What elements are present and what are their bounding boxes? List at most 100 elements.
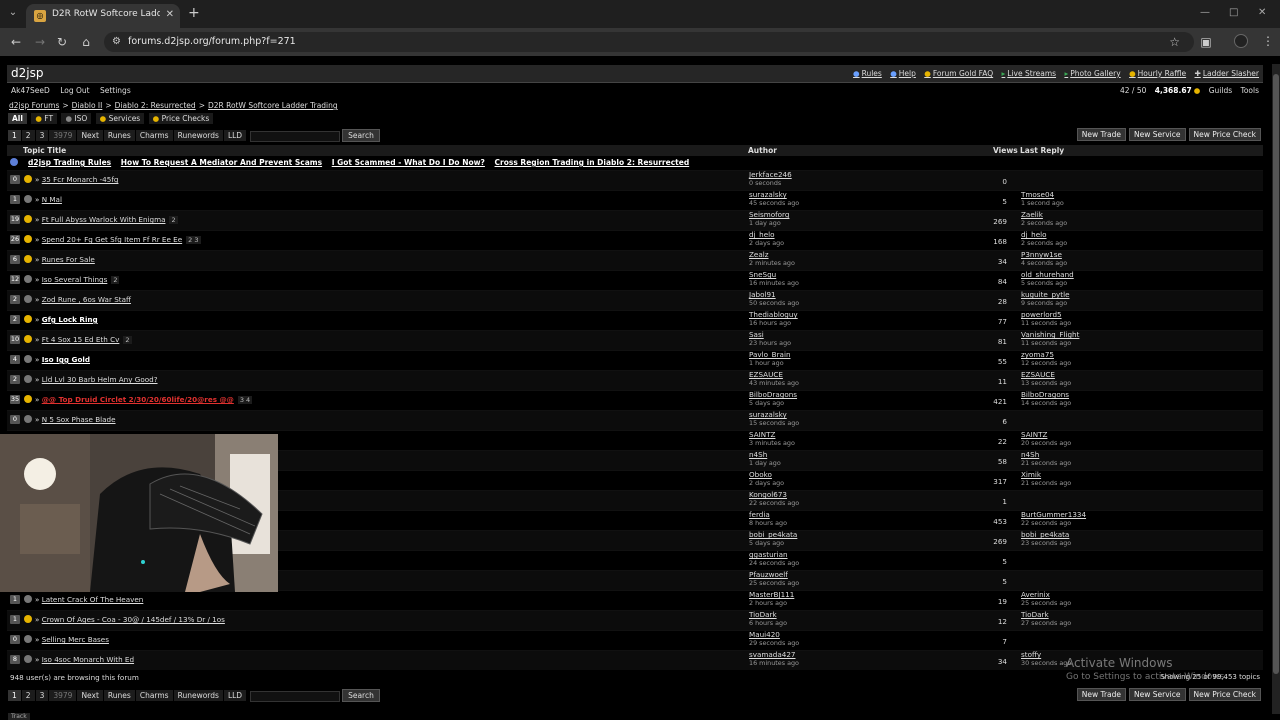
quick-runes[interactable]: Runes — [103, 130, 135, 141]
new-trade-button[interactable]: New Trade — [1076, 688, 1127, 701]
page-next[interactable]: Next — [77, 690, 103, 701]
tools-link[interactable]: Tools — [1241, 86, 1259, 95]
author-link[interactable]: dj_helo — [749, 231, 784, 239]
topic-title[interactable]: » Latent Crack Of The Heaven — [35, 595, 143, 604]
topic-pages[interactable]: 2 3 — [186, 236, 201, 244]
author-link[interactable]: surazalsky — [749, 191, 799, 199]
topic-title[interactable]: » Lld Lvl 30 Barb Helm Any Good? — [35, 375, 158, 384]
browser-tab[interactable]: ◎ D2R RotW Softcore Ladder Trad ✕ — [26, 4, 180, 28]
breadcrumb-forums[interactable]: d2jsp Forums — [9, 101, 59, 110]
author-link[interactable]: MasterBJ111 — [749, 591, 794, 599]
last-reply-user[interactable]: powerlord5 — [1021, 311, 1071, 319]
author-link[interactable]: ggasturian — [749, 551, 799, 559]
breadcrumb-current[interactable]: D2R RotW Softcore Ladder Trading — [208, 101, 338, 110]
last-reply-user[interactable]: Zaelik — [1021, 211, 1067, 219]
header-topic[interactable]: Topic Title — [23, 146, 66, 155]
maximize-icon[interactable]: □ — [1229, 7, 1238, 18]
author-link[interactable]: Pavlo_Brain — [749, 351, 791, 359]
topic-pages[interactable]: 2 — [169, 216, 178, 224]
track-tab[interactable]: Track — [8, 713, 30, 720]
last-reply-user[interactable]: BurtGummer1334 — [1021, 511, 1086, 519]
topic-pages[interactable]: 3 4 — [237, 396, 253, 404]
new-service-button[interactable]: New Service — [1129, 128, 1186, 141]
quick-runes[interactable]: Runes — [103, 690, 135, 701]
author-link[interactable]: TioDark — [749, 611, 787, 619]
quick-lld[interactable]: LLD — [223, 130, 247, 141]
last-reply-user[interactable]: P3nnyw1se — [1021, 251, 1067, 259]
search-button[interactable]: Search — [342, 689, 380, 702]
sticky-cross-region[interactable]: Cross Region Trading in Diablo 2: Resurr… — [495, 158, 690, 167]
page-1[interactable]: 1 — [8, 130, 21, 141]
filter-price-checks[interactable]: ● Price Checks — [148, 113, 214, 124]
search-input[interactable] — [250, 690, 341, 702]
new-price-check-button[interactable]: New Price Check — [1188, 128, 1261, 141]
breadcrumb-diablo2[interactable]: Diablo II — [72, 101, 103, 110]
new-price-check-button[interactable]: New Price Check — [1188, 688, 1261, 701]
filter-services[interactable]: ● Services — [95, 113, 145, 124]
gold-amount[interactable]: 4,368.67 — [1155, 86, 1192, 95]
topic-title[interactable]: » Spend 20+ Fg Get Sfg Item Ff Rr Ee Ee 2… — [35, 235, 201, 244]
site-info-icon[interactable]: ⚙ — [112, 36, 121, 47]
quick-runewords[interactable]: Runewords — [173, 690, 223, 701]
last-reply-user[interactable]: zyoma75 — [1021, 351, 1071, 359]
last-reply-user[interactable]: BilboDragons — [1021, 391, 1071, 399]
page-3[interactable]: 3 — [35, 690, 49, 701]
home-icon[interactable]: ⌂ — [78, 34, 94, 50]
page-total[interactable]: 3979 — [49, 690, 77, 701]
last-reply-user[interactable]: SAINTZ — [1021, 431, 1071, 439]
profile-avatar[interactable] — [1234, 34, 1248, 48]
top-link-ladder-slasher[interactable]: ✚ Ladder Slasher — [1195, 69, 1259, 78]
last-reply-user[interactable]: EZSAUCE — [1021, 371, 1071, 379]
topic-title[interactable]: » Selling Merc Bases — [35, 635, 109, 644]
reload-icon[interactable]: ↻ — [54, 34, 70, 50]
last-reply-user[interactable]: dj_helo — [1021, 231, 1067, 239]
new-tab-icon[interactable]: + — [188, 6, 200, 20]
top-link-photo-gallery[interactable]: ▸ Photo Gallery — [1064, 69, 1120, 78]
top-link-gold-faq[interactable]: ● Forum Gold FAQ — [924, 69, 993, 78]
author-link[interactable]: Sasi — [749, 331, 791, 339]
top-link-help[interactable]: ● Help — [890, 69, 916, 78]
sticky-scammed[interactable]: I Got Scammed - What Do I Do Now? — [332, 158, 485, 167]
topic-title[interactable]: » Zod Rune , 6os War Staff — [35, 295, 131, 304]
author-link[interactable]: SneSgu — [749, 271, 799, 279]
minimize-icon[interactable]: — — [1200, 7, 1210, 18]
page-2[interactable]: 2 — [21, 690, 35, 701]
last-reply-user[interactable]: old_shurehand — [1021, 271, 1074, 279]
header-author[interactable]: Author — [748, 146, 777, 155]
filter-iso[interactable]: ● ISO — [61, 113, 92, 124]
topic-pages[interactable]: 2 — [111, 276, 120, 284]
author-link[interactable]: Zealz — [749, 251, 795, 259]
filter-all[interactable]: All — [8, 113, 27, 124]
top-link-live-streams[interactable]: ▸ Live Streams — [1002, 69, 1057, 78]
author-link[interactable]: EZSAUCE — [749, 371, 799, 379]
username-link[interactable]: Ak47SeeD — [11, 86, 50, 95]
last-reply-user[interactable]: Averinix — [1021, 591, 1071, 599]
sticky-trading-rules[interactable]: d2jsp Trading Rules — [28, 158, 111, 167]
author-link[interactable]: Jabol91 — [749, 291, 799, 299]
settings-link[interactable]: Settings — [100, 86, 131, 95]
author-link[interactable]: SAINTZ — [749, 431, 795, 439]
header-views[interactable]: Views — [993, 146, 1018, 155]
topic-title[interactable]: » Runes For Sale — [35, 255, 95, 264]
search-input[interactable] — [250, 130, 341, 142]
topic-pages[interactable]: 2 — [123, 336, 132, 344]
topic-title[interactable]: » Iso Several Things 2 — [35, 275, 120, 284]
new-service-button[interactable]: New Service — [1129, 688, 1186, 701]
author-link[interactable]: svamada427 — [749, 651, 799, 659]
header-last-reply[interactable]: Last Reply — [1020, 146, 1064, 155]
search-button[interactable]: Search — [342, 129, 380, 142]
top-link-rules[interactable]: ● Rules — [853, 69, 882, 78]
last-reply-user[interactable]: stoffy — [1021, 651, 1071, 659]
author-link[interactable]: Kongol673 — [749, 491, 799, 499]
topic-title[interactable]: » Iso Igg Gold — [35, 355, 90, 364]
filter-ft[interactable]: ● FT — [31, 113, 58, 124]
page-1[interactable]: 1 — [8, 690, 21, 701]
scroll-thumb[interactable] — [1273, 74, 1279, 674]
last-reply-user[interactable]: kuguite_pytle — [1021, 291, 1070, 299]
topic-title[interactable]: » Ft Full Abyss Warlock With Enigma 2 — [35, 215, 178, 224]
site-logo[interactable]: d2jsp — [11, 66, 43, 80]
browser-menu-icon[interactable]: ⋮ — [1262, 34, 1274, 48]
bookmark-star-icon[interactable]: ☆ — [1169, 35, 1180, 49]
page-next[interactable]: Next — [77, 130, 103, 141]
back-icon[interactable]: ← — [8, 34, 24, 50]
